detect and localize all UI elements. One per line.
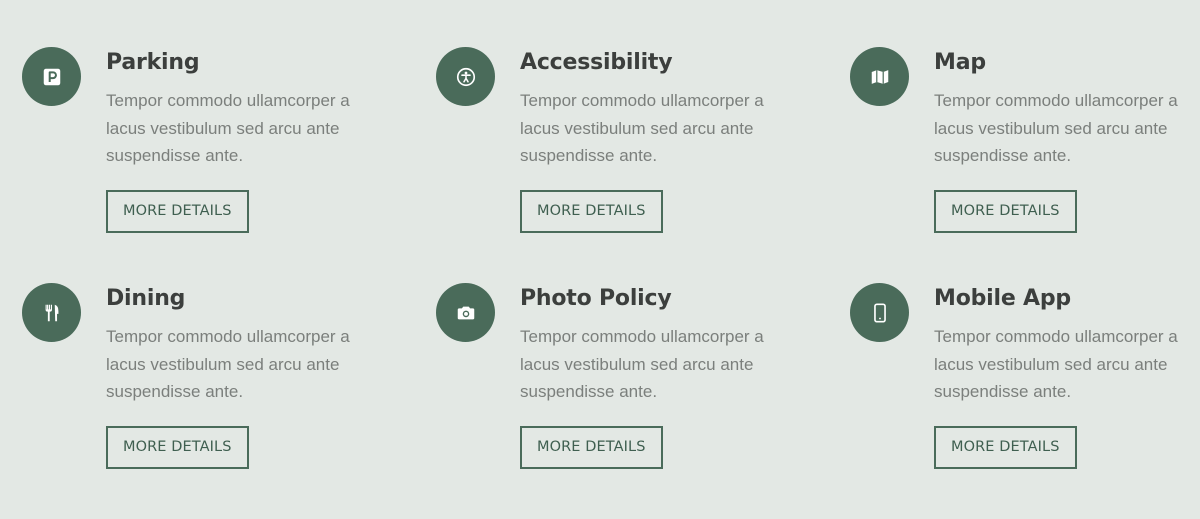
feature-description: Tempor commodo ullamcorper a lacus vesti… [934,327,1178,401]
feature-description: Tempor commodo ullamcorper a lacus vesti… [520,91,764,165]
feature-card-accessibility: Accessibility Tempor commodo ullamcorper… [436,47,850,283]
feature-content: Mobile App Tempor commodo ullamcorper a … [934,283,1196,469]
feature-title: Parking [106,50,200,75]
feature-description: Tempor commodo ullamcorper a lacus vesti… [106,327,350,401]
more-details-button[interactable]: MORE DETAILS [520,189,663,233]
feature-title: Photo Policy [520,286,672,311]
feature-content: Parking Tempor commodo ullamcorper a lac… [106,47,368,233]
camera-icon-circle [436,283,495,342]
feature-card-mobile-app: Mobile App Tempor commodo ullamcorper a … [850,283,1200,519]
feature-content: Dining Tempor commodo ullamcorper a lacu… [106,283,368,469]
feature-title: Accessibility [520,50,673,75]
feature-description: Tempor commodo ullamcorper a lacus vesti… [934,91,1178,165]
feature-title: Mobile App [934,286,1071,311]
mobile-phone-icon-circle [850,283,909,342]
feature-content: Accessibility Tempor commodo ullamcorper… [520,47,782,233]
map-icon [871,69,888,84]
feature-card-photo-policy: Photo Policy Tempor commodo ullamcorper … [436,283,850,519]
more-details-button[interactable]: MORE DETAILS [520,425,663,469]
feature-title: Map [934,50,986,75]
feature-card-map: Map Tempor commodo ullamcorper a lacus v… [850,47,1200,283]
dining-icon-circle [22,283,81,342]
more-details-button[interactable]: MORE DETAILS [106,189,249,233]
more-details-button[interactable]: MORE DETAILS [934,425,1077,469]
mobile-phone-icon [873,302,886,323]
feature-content: Photo Policy Tempor commodo ullamcorper … [520,283,782,469]
more-details-button[interactable]: MORE DETAILS [106,425,249,469]
feature-content: Map Tempor commodo ullamcorper a lacus v… [934,47,1196,233]
accessibility-icon [456,67,475,86]
feature-description: Tempor commodo ullamcorper a lacus vesti… [106,91,350,165]
dining-icon [45,304,58,321]
accessibility-icon-circle [436,47,495,106]
map-icon-circle [850,47,909,106]
more-details-button[interactable]: MORE DETAILS [934,189,1077,233]
feature-title: Dining [106,286,186,311]
feature-description: Tempor commodo ullamcorper a lacus vesti… [520,327,764,401]
feature-card-parking: Parking Tempor commodo ullamcorper a lac… [22,47,436,283]
parking-icon [43,68,60,85]
parking-icon-circle [22,47,81,106]
camera-icon [457,306,474,319]
features-grid: Parking Tempor commodo ullamcorper a lac… [22,47,1200,519]
feature-card-dining: Dining Tempor commodo ullamcorper a lacu… [22,283,436,519]
